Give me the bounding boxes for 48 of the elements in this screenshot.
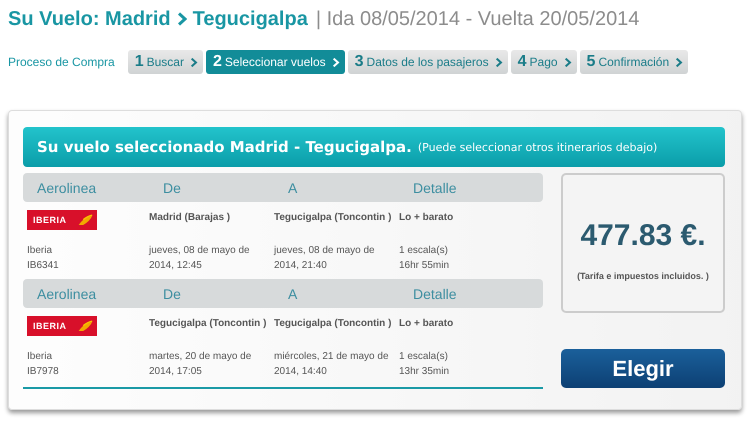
price-amount: 477.83 €. — [580, 219, 706, 253]
chevron-icon — [190, 56, 198, 68]
chevron-icon — [176, 12, 187, 26]
trip-dates: | Ida 08/05/2014 - Vuelta 20/05/2014 — [316, 8, 640, 30]
table-cell-text: 1 escala(s) — [399, 244, 449, 258]
table-cell-text: 1 escala(s) — [399, 350, 449, 364]
column-header: A — [287, 286, 298, 302]
banner-title: Su vuelo seleccionado Madrid - Tegucigalpa. — [37, 138, 412, 156]
table-cell-text: Iberia — [27, 350, 54, 364]
table-cell-text: miércoles, 21 de mayo de 2014, 14:40 — [274, 350, 390, 379]
step-tab[interactable]: 2 Seleccionar vuelos — [206, 50, 345, 74]
table-cell-text: jueves, 08 de mayo de 2014, 21:40 — [274, 244, 376, 273]
column-header: Detalle — [412, 286, 458, 302]
step-tab[interactable]: 4 Pago — [510, 50, 577, 74]
table-cell-text: Madrid (Barajas ) — [149, 211, 232, 225]
column-header: Aerolinea — [36, 286, 98, 302]
table-cell-text: IB6341 — [27, 259, 60, 273]
table-cell-text: Tegucigalpa (Toncontin ) — [149, 317, 268, 331]
column-header: De — [162, 286, 182, 302]
airline-logo: IBERIA — [27, 316, 97, 336]
table-cell-text: jueves, 08 de mayo de 2014, 12:45 — [149, 244, 251, 273]
step-tab[interactable]: 5 Confirmación — [580, 50, 688, 74]
table-cell-text: Tegucigalpa (Toncontin ) — [274, 317, 392, 331]
airline-logo: IBERIA — [27, 210, 97, 230]
route-destination: Tegucigalpa — [192, 8, 308, 30]
chevron-icon — [564, 56, 572, 68]
route-title: Su Vuelo: Madrid — [8, 8, 171, 30]
table-cell-text: 16hr 55min — [399, 259, 450, 273]
step-tab[interactable]: 1 Buscar — [128, 50, 203, 74]
column-header: A — [287, 180, 298, 196]
choose-button[interactable]: Elegir — [561, 349, 725, 388]
banner-note: (Puede seleccionar otros itinerarios debajo) — [418, 140, 658, 154]
steps-label: Proceso de Compra — [8, 55, 115, 69]
table-cell-text: 13hr 35min — [399, 365, 450, 379]
table-cell-text: Lo + barato — [399, 317, 454, 331]
column-header: De — [162, 180, 182, 196]
table-cell-text: Tegucigalpa (Toncontin ) — [274, 211, 392, 225]
table-cell-text: Iberia — [27, 244, 54, 258]
chevron-icon — [675, 56, 684, 68]
column-header: Aerolinea — [36, 180, 98, 196]
chevron-icon — [332, 56, 340, 68]
table-cell-text: Lo + barato — [399, 211, 454, 225]
table-cell-text: martes, 20 de mayo de 2014, 17:05 — [149, 350, 252, 379]
chevron-icon — [494, 56, 503, 68]
table-cell-text: IB7978 — [27, 365, 60, 379]
price-note: (Tarifa e impuestos incluidos. ) — [577, 271, 709, 281]
step-tab[interactable]: 3 Datos de los pasajeros — [348, 50, 508, 74]
column-header: Detalle — [412, 180, 458, 196]
